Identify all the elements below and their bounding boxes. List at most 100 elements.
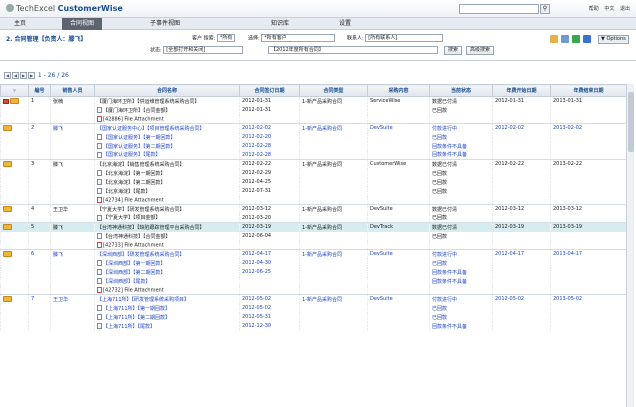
payment-item[interactable]: 【台湾神通科技】【合同金额】 xyxy=(94,231,240,241)
folder-icon[interactable] xyxy=(3,161,12,167)
payment-item[interactable]: 【北京海淀】【第一期回款】 xyxy=(94,168,240,178)
sub-row[interactable]: 【国家认证服务】【第二期回款】 2012-02-28 回款条件不具备 xyxy=(0,141,626,151)
contract-name[interactable]: 【北京海淀】【销售管理系统采购合同】 xyxy=(94,159,240,169)
filter-icon[interactable]: ▿ xyxy=(0,84,29,97)
payment-item[interactable]: 【上海711所】【尾款】 xyxy=(94,321,240,331)
contract-name[interactable]: 【宁夏大学】【研发管理系统采购合同】 xyxy=(94,204,240,214)
col-purchase-content[interactable]: 采购内容 xyxy=(367,84,430,97)
sub-row[interactable]: 【宁夏大学】【项目金额】 2012-03-20 已回款 xyxy=(0,213,626,223)
attachment-row[interactable]: [42886] File Attachment xyxy=(0,114,626,124)
edit-icon[interactable] xyxy=(561,35,569,43)
payment-item[interactable]: 【国家认证服务】【第一期回款】 xyxy=(94,132,240,142)
tab-knowledge-base[interactable]: 知识库 xyxy=(260,18,300,30)
folder-icon[interactable] xyxy=(3,224,12,230)
sub-row[interactable]: 【厦门海环卫所】【合同金额】 2012-01-31 已回款 xyxy=(0,105,626,115)
table-row[interactable]: 1 张楠 【厦门海环卫所】【供运维管理系统采购合同】 2012-01-31 1-新产品采… xyxy=(0,96,626,106)
contract-name[interactable]: 【深圳西部】【研发管理系统采购合同】 xyxy=(94,249,240,259)
status-select[interactable]: [全部打开和关闭] xyxy=(163,46,244,54)
language-link[interactable]: 中文 xyxy=(604,6,614,12)
col-contract-type[interactable]: 合同类型 xyxy=(299,84,368,97)
next-page-icon[interactable]: ▶ xyxy=(20,72,27,79)
sub-row[interactable]: 【北京海淀】【第一期回款】 2012-02-29 已回款 xyxy=(0,168,626,178)
attachment-link[interactable]: [42732] File Attachment xyxy=(94,285,240,295)
attachment-link[interactable]: [42734] File Attachment xyxy=(94,195,240,205)
col-number[interactable]: 编号 xyxy=(28,84,51,97)
search-button[interactable]: 搜索 xyxy=(444,46,463,55)
folder-icon[interactable] xyxy=(3,125,12,131)
payment-item[interactable]: 【宁夏大学】【项目金额】 xyxy=(94,213,240,223)
col-start-date[interactable]: 年费开始日期 xyxy=(492,84,551,97)
sub-row[interactable]: 【北京海淀】【尾款】 2012-07-31 已回款 xyxy=(0,186,626,196)
col-sales[interactable]: 销售人员 xyxy=(50,84,95,97)
payment-item[interactable]: 【深圳西部】【第二期回款】 xyxy=(94,267,240,277)
table-row[interactable]: 4 王卫华 【宁夏大学】【研发管理系统采购合同】 2012-03-12 1-新产品采购合… xyxy=(0,204,626,214)
customer-search-input[interactable]: *所有 xyxy=(216,34,236,42)
row-icons[interactable] xyxy=(0,159,29,169)
sub-row[interactable]: 【国家认证服务】【第一期回款】 2012-02-20 已回款 xyxy=(0,132,626,142)
year-select[interactable]: 【2012年度所有合同】 xyxy=(268,46,438,54)
col-status[interactable]: 当前状态 xyxy=(429,84,493,97)
col-end-date[interactable]: 年费结束日期 xyxy=(550,84,626,97)
attachment-link[interactable]: [42733] File Attachment xyxy=(94,240,240,250)
options-button[interactable]: ▼ Options xyxy=(598,35,629,44)
last-page-icon[interactable]: ▶ xyxy=(28,72,35,79)
table-row[interactable]: 3 滕飞 【北京海淀】【销售管理系统采购合同】 2012-02-22 1-新产品采购合同… xyxy=(0,159,626,169)
payment-item[interactable]: 【北京海淀】【尾款】 xyxy=(94,186,240,196)
sub-row[interactable]: 【深圳西部】【第二期回款】 2012-06-25 回款条件不具备 xyxy=(0,267,626,277)
contract-name[interactable]: 【国家认证服务中心】【项目管理系统采购合同】 xyxy=(94,123,240,133)
row-icons[interactable] xyxy=(0,222,29,232)
folder-icon[interactable] xyxy=(3,206,12,212)
row-icons[interactable] xyxy=(0,294,29,304)
col-contract-name[interactable]: 合同名称 xyxy=(94,84,240,97)
table-row[interactable]: 7 王卫华 【上海711所】【研发管理系统采购项目】 2012-05-02 1-新产品采… xyxy=(0,294,626,304)
folder-icon[interactable] xyxy=(3,296,12,302)
global-search-input[interactable] xyxy=(459,4,539,14)
payment-item[interactable]: 【深圳西部】【第一期回款】 xyxy=(94,258,240,268)
customer-select[interactable]: *所有客户 xyxy=(261,34,336,42)
advanced-search-button[interactable]: 高级搜索 xyxy=(466,46,495,55)
first-page-icon[interactable]: ◀ xyxy=(4,72,11,79)
contract-name[interactable]: 【厦门海环卫所】【供运维管理系统采购合同】 xyxy=(94,96,240,106)
vertical-scrollbar[interactable] xyxy=(626,84,634,407)
tab-sub-event-view[interactable]: 子事件视图 xyxy=(140,18,190,30)
sub-row[interactable]: 【上海711所】【第一期回款】 2012-05-02 已回款 xyxy=(0,303,626,313)
help-link[interactable]: 帮助 xyxy=(589,6,599,12)
table-row[interactable]: 5 滕飞 【台湾神通科技】【缺陷跟踪管理平台采购合同】 2012-03-19 1-新产品… xyxy=(0,222,626,232)
sub-row[interactable]: 【上海711所】【尾款】 2012-12-30 回款条件不具备 xyxy=(0,321,626,331)
sub-row[interactable]: 【深圳西部】【第一期回款】 2012-04-30 已回款 xyxy=(0,258,626,268)
payment-item[interactable]: 【国家认证服务】【尾款】 xyxy=(94,150,240,160)
tab-contract-view[interactable]: 合同视图 xyxy=(62,18,102,30)
prev-page-icon[interactable]: ◀ xyxy=(12,72,19,79)
attachment-link[interactable]: [42886] File Attachment xyxy=(94,114,240,124)
contact-select[interactable]: [所有联系人] xyxy=(365,34,444,42)
payment-item[interactable]: 【北京海淀】【第二期回款】 xyxy=(94,177,240,187)
contract-name[interactable]: 【台湾神通科技】【缺陷跟踪管理平台采购合同】 xyxy=(94,222,240,232)
payment-item[interactable]: 【国家认证服务】【第二期回款】 xyxy=(94,141,240,151)
attachment-row[interactable]: [42734] File Attachment xyxy=(0,195,626,205)
logout-link[interactable]: 退出 xyxy=(620,6,630,12)
row-icons[interactable] xyxy=(0,204,29,214)
payment-item[interactable]: 【深圳西部】【尾款】 xyxy=(94,276,240,286)
sub-row[interactable]: 【台湾神通科技】【合同金额】 2012-06-04 已回款 xyxy=(0,231,626,241)
attachment-row[interactable]: [42732] File Attachment xyxy=(0,285,626,295)
payment-item[interactable]: 【厦门海环卫所】【合同金额】 xyxy=(94,105,240,115)
payment-item[interactable]: 【上海711所】【第一期回款】 xyxy=(94,303,240,313)
contract-name[interactable]: 【上海711所】【研发管理系统采购项目】 xyxy=(94,294,240,304)
tab-settings[interactable]: 设置 xyxy=(325,18,365,30)
attachment-row[interactable]: [42733] File Attachment xyxy=(0,240,626,250)
row-icons[interactable] xyxy=(0,96,29,106)
row-icons[interactable] xyxy=(0,123,29,133)
sub-row[interactable]: 【上海711所】【第二期回款】 2012-05-31 已回款 xyxy=(0,312,626,322)
table-row[interactable]: 2 滕飞 【国家认证服务中心】【项目管理系统采购合同】 2012-02-02 1-新产品… xyxy=(0,123,626,133)
table-row[interactable]: 6 滕飞 【深圳西部】【研发管理系统采购合同】 2012-04-17 1-新产品采购合同… xyxy=(0,249,626,259)
tab-home[interactable]: 主页 xyxy=(0,18,40,30)
sub-row[interactable]: 【深圳西部】【尾款】 回款条件不具备 xyxy=(0,276,626,286)
move-down-icon[interactable] xyxy=(583,35,591,43)
new-folder-icon[interactable] xyxy=(550,35,558,43)
row-icons[interactable] xyxy=(0,249,29,259)
refresh-icon[interactable] xyxy=(572,35,580,43)
scrollbar-thumb[interactable] xyxy=(628,92,634,152)
col-sign-date[interactable]: 合同签订日期 xyxy=(239,84,300,97)
folder-icon[interactable] xyxy=(10,98,19,104)
sub-row[interactable]: 【北京海淀】【第二期回款】 2012-04-25 已回款 xyxy=(0,177,626,187)
